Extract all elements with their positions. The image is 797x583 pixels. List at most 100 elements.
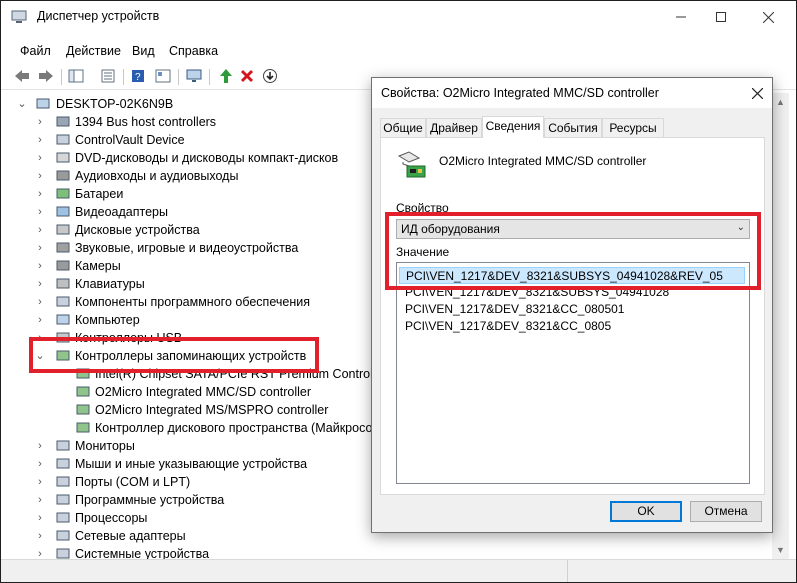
details-panel: O2Micro Integrated MMC/SD controller Сво… [380, 137, 765, 495]
menu-file[interactable]: Файл [20, 44, 51, 58]
device-name: O2Micro Integrated MMC/SD controller [439, 154, 647, 168]
cancel-button[interactable]: Отмена [690, 501, 762, 522]
forward-button[interactable] [37, 67, 55, 85]
ok-button[interactable]: OK [610, 501, 682, 522]
computer-icon [56, 314, 70, 325]
chevron-right-icon[interactable]: › [35, 311, 45, 329]
bus-icon [56, 116, 70, 127]
highlight-box-hardware-id [385, 212, 761, 290]
computer-icon [36, 98, 50, 109]
tree-item-label: Мыши и иные указывающие устройства [75, 457, 308, 471]
tree-item-label: 1394 Bus host controllers [75, 115, 217, 129]
tree-item-label: O2Micro Integrated MMC/SD controller [95, 385, 312, 399]
update-driver-button[interactable] [217, 67, 235, 85]
vertical-scrollbar[interactable]: ▲ ▼ [772, 93, 789, 559]
tree-item-label: Компоненты программного обеспечения [75, 295, 310, 309]
audio-icon [56, 170, 70, 181]
tree-item-label: O2Micro Integrated MS/MSPRO controller [95, 403, 329, 417]
enable-device-button[interactable] [261, 67, 279, 85]
port-icon [56, 476, 70, 487]
value-list[interactable]: PCI\VEN_1217&DEV_8321&SUBSYS_04941028&RE… [396, 262, 750, 484]
chevron-down-icon[interactable]: ⌄ [17, 95, 27, 113]
tree-item-label: Мониторы [75, 439, 135, 453]
disk-icon [56, 224, 70, 235]
chevron-right-icon[interactable]: › [35, 203, 45, 221]
maximize-icon [716, 12, 726, 22]
show-hide-tree-button[interactable] [67, 67, 85, 85]
chevron-right-icon[interactable]: › [35, 455, 45, 473]
tree-root-label: DESKTOP-02K6N9B [56, 97, 174, 111]
menu-view[interactable]: Вид [132, 44, 155, 58]
tree-item-label: DVD-дисководы и дисководы компакт-дисков [75, 151, 339, 165]
svg-text:?: ? [135, 72, 141, 83]
chevron-right-icon[interactable]: › [35, 149, 45, 167]
back-button[interactable] [13, 67, 31, 85]
arrow-right-icon [39, 70, 53, 82]
keyboard-icon [56, 278, 70, 289]
device-manager-window: Диспетчер устройств Файл Действие Вид Сп… [0, 0, 797, 583]
title-bar: Диспетчер устройств [1, 1, 796, 33]
menu-help[interactable]: Справка [169, 44, 218, 58]
tab-general[interactable]: Общие [380, 118, 426, 137]
tree-item-label: ControlVault Device [75, 133, 185, 147]
battery-icon [56, 188, 70, 199]
tab-details[interactable]: Сведения [482, 116, 544, 138]
tree-item-label: Процессоры [75, 511, 148, 525]
scroll-down-icon[interactable]: ▼ [776, 545, 785, 555]
dialog-tabs: Общие Драйвер Сведения События Ресурсы [380, 116, 760, 138]
tab-driver[interactable]: Драйвер [426, 118, 482, 137]
chevron-right-icon[interactable]: › [35, 473, 45, 491]
close-icon [751, 87, 763, 99]
tree-item-label: Батареи [75, 187, 124, 201]
chevron-right-icon[interactable]: › [35, 257, 45, 275]
properties-toolbar-button[interactable] [99, 67, 117, 85]
scroll-up-icon[interactable]: ▲ [776, 97, 785, 107]
tree-item-label: Клавиатуры [75, 277, 145, 291]
storage-controller-icon [76, 404, 90, 415]
chevron-right-icon[interactable]: › [35, 185, 45, 203]
view-toolbar-button[interactable] [154, 67, 172, 85]
chevron-right-icon[interactable]: › [35, 437, 45, 455]
dialog-close-button[interactable] [742, 78, 772, 108]
chevron-right-icon[interactable]: › [35, 131, 45, 149]
speaker-icon [56, 242, 70, 253]
chevron-right-icon[interactable]: › [35, 221, 45, 239]
chevron-right-icon[interactable]: › [35, 293, 45, 311]
dvd-icon [56, 152, 70, 163]
properties-dialog: Свойства: O2Micro Integrated MMC/SD cont… [371, 77, 773, 533]
menu-action[interactable]: Действие [66, 44, 121, 58]
software-device-icon [56, 494, 70, 505]
tab-resources[interactable]: Ресурсы [602, 118, 664, 137]
properties-icon [101, 69, 115, 83]
device-icon [56, 134, 70, 145]
chevron-right-icon[interactable]: › [35, 527, 45, 545]
value-item[interactable]: PCI\VEN_1217&DEV_8321&CC_080501 [405, 301, 624, 318]
monitor-icon [56, 440, 70, 451]
cpu-icon [56, 512, 70, 523]
value-item[interactable]: PCI\VEN_1217&DEV_8321&CC_0805 [405, 318, 611, 335]
storage-controller-icon [76, 422, 90, 433]
tree-item-label: Видеоадаптеры [75, 205, 168, 219]
maximize-button[interactable] [698, 1, 744, 33]
close-window-button[interactable] [745, 1, 791, 33]
chevron-right-icon[interactable]: › [35, 491, 45, 509]
storage-controller-icon [76, 386, 90, 397]
minimize-icon [676, 16, 686, 18]
tab-events[interactable]: События [544, 118, 602, 137]
chevron-right-icon[interactable]: › [35, 113, 45, 131]
tree-item-label: Дисковые устройства [75, 223, 200, 237]
tree-item-label: Аудиовходы и аудиовыходы [75, 169, 239, 183]
uninstall-device-button[interactable] [238, 67, 256, 85]
help-icon: ? [132, 70, 144, 83]
help-toolbar-button[interactable]: ? [129, 67, 147, 85]
tree-item-label: Сетевые адаптеры [75, 529, 186, 543]
chevron-right-icon[interactable]: › [35, 509, 45, 527]
dialog-title: Свойства: O2Micro Integrated MMC/SD cont… [381, 86, 659, 100]
device-manager-icon [11, 10, 27, 23]
chevron-right-icon[interactable]: › [35, 167, 45, 185]
chevron-right-icon[interactable]: › [35, 275, 45, 293]
view-icon [155, 69, 171, 83]
chevron-right-icon[interactable]: › [35, 239, 45, 257]
tree-item-label: Звуковые, игровые и видеоустройства [75, 241, 299, 255]
scan-hardware-button[interactable] [185, 67, 203, 85]
